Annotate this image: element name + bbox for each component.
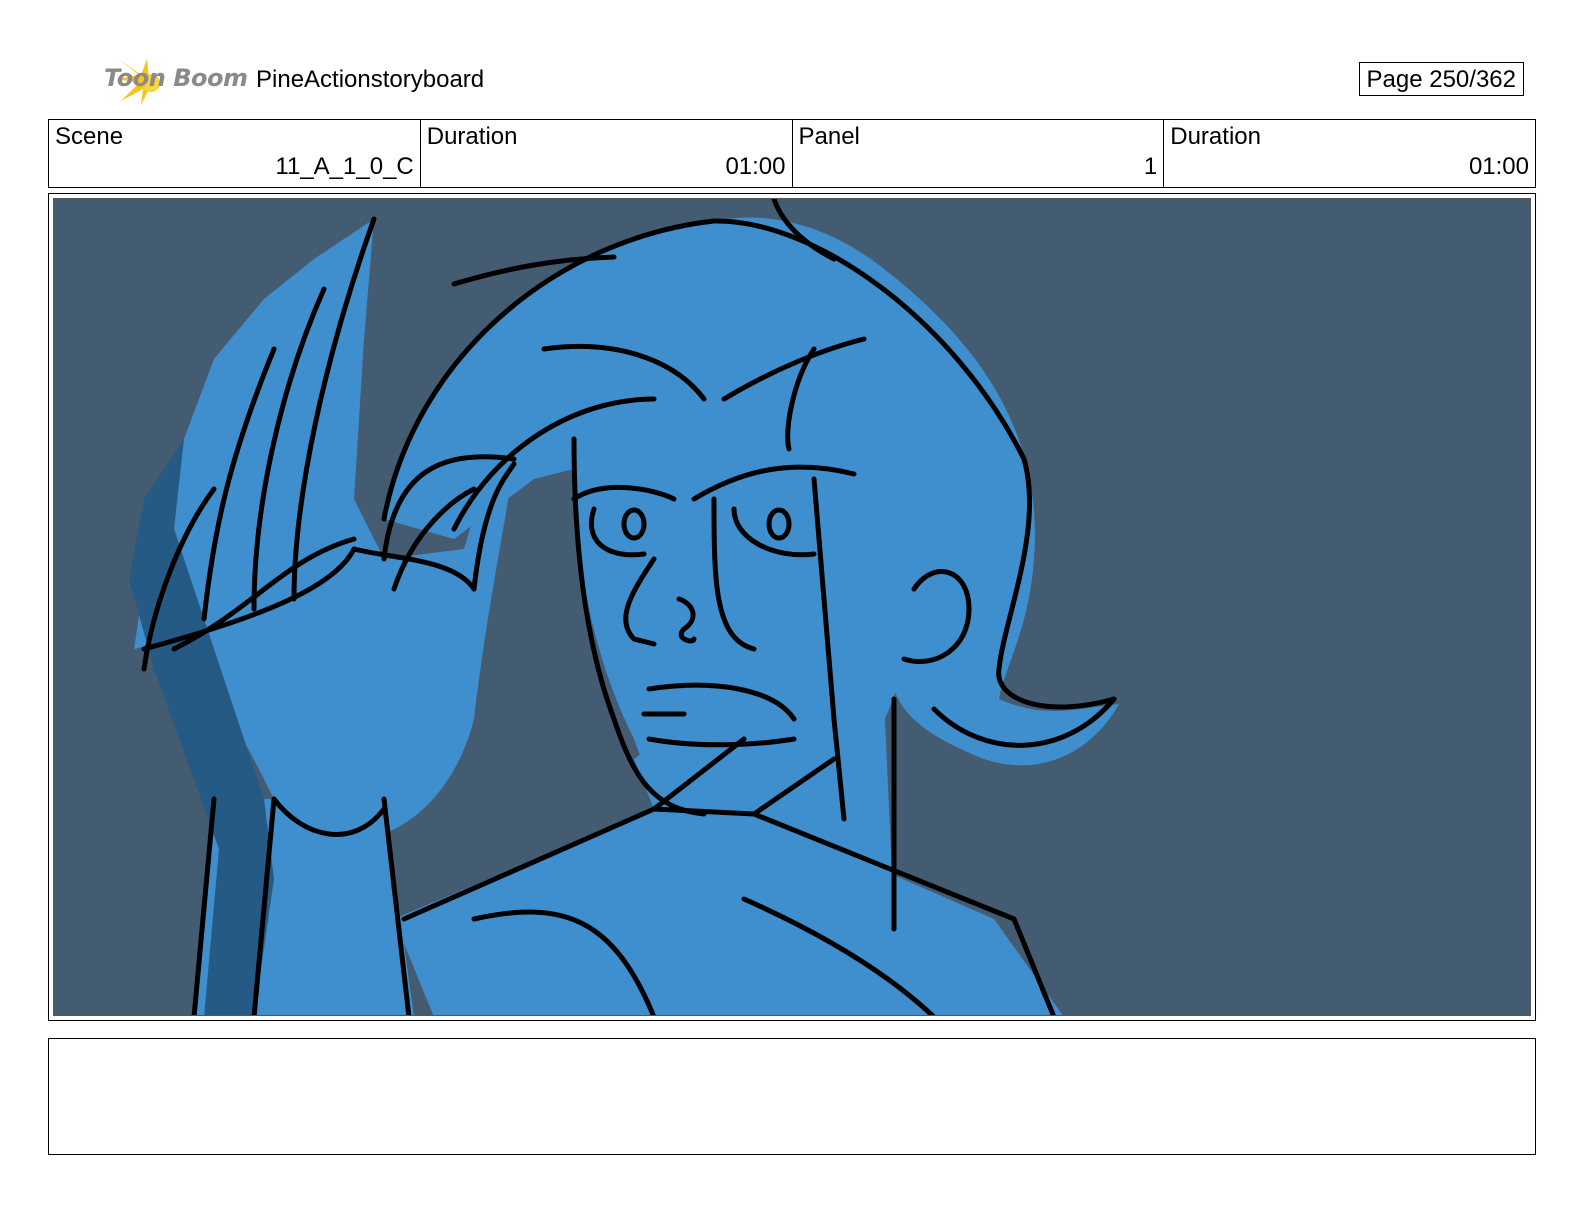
panel-duration-label: Duration [1170, 123, 1261, 150]
storyboard-sketch [54, 199, 1530, 1015]
logo-text: Toon Boom [104, 64, 248, 92]
scene-duration-cell: Duration 01:00 [421, 120, 793, 187]
panel-frame [48, 193, 1536, 1021]
panel-image [53, 198, 1531, 1016]
page-number: Page 250/362 [1358, 62, 1524, 96]
notes-box [48, 1038, 1536, 1155]
panel-cell: Panel 1 [793, 120, 1165, 187]
scene-value: 11_A_1_0_C [275, 153, 414, 180]
panel-duration-cell: Duration 01:00 [1164, 120, 1535, 187]
panel-duration-value: 01:00 [1468, 153, 1529, 180]
scene-duration-label: Duration [426, 123, 518, 150]
scene-label: Scene [55, 123, 124, 150]
scene-duration-value: 01:00 [725, 153, 786, 180]
panel-label: Panel [798, 123, 860, 150]
project-title: PineActionstoryboard [256, 66, 485, 93]
scene-cell: Scene 11_A_1_0_C [49, 120, 421, 187]
panel-value: 1 [1143, 153, 1158, 180]
info-table: Scene 11_A_1_0_C Duration 01:00 Panel 1 … [48, 119, 1536, 188]
